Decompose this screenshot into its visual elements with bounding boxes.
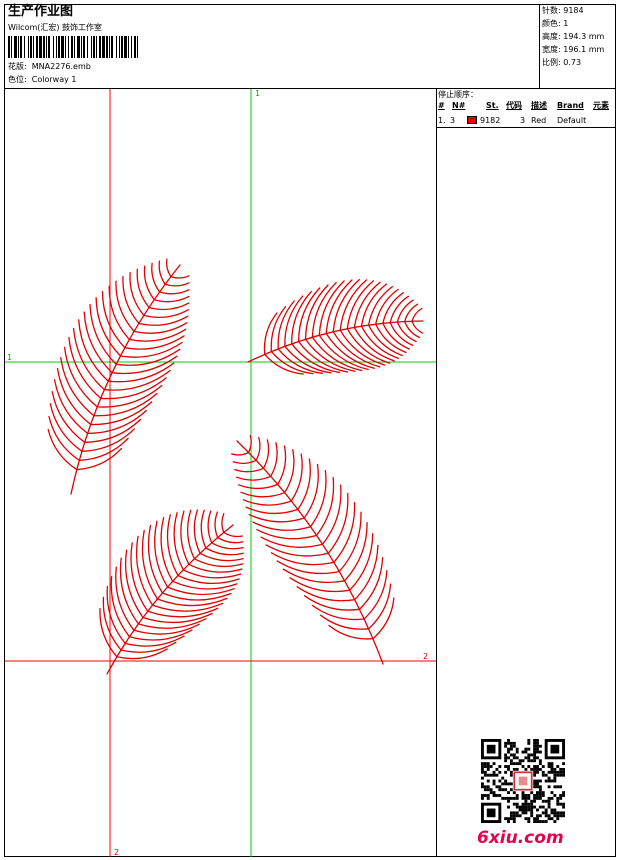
red-h-label: 2 bbox=[423, 652, 428, 661]
green-h-label: 1 bbox=[7, 353, 12, 362]
col-needle: N# bbox=[452, 101, 466, 110]
feather-motifs bbox=[47, 258, 424, 675]
thread-color-swatch bbox=[467, 116, 477, 124]
design-filename: 花版: MNA2276.emb bbox=[8, 62, 91, 71]
embroidery-design-canvas: 1 1 2 2 bbox=[5, 89, 436, 857]
red-v-label: 2 bbox=[114, 848, 119, 857]
colorway-name: 色位: Colorway 1 bbox=[8, 75, 77, 84]
panel-divider bbox=[436, 88, 437, 857]
stat-colors: 颜色: 1 bbox=[542, 19, 569, 28]
col-index: # bbox=[438, 101, 445, 110]
col-stitches: St. bbox=[486, 101, 499, 110]
green-v-label: 1 bbox=[255, 89, 260, 98]
stop-sequence-header: 停止顺序： bbox=[438, 90, 478, 99]
row-brand: Default bbox=[557, 116, 587, 125]
stat-width: 宽度: 196.1 mm bbox=[542, 45, 605, 54]
col-element: 元素 bbox=[593, 101, 609, 110]
stat-scale: 比例: 0.73 bbox=[542, 58, 582, 67]
company-name: Wilcom(汇宏) 鼓饰工作室 bbox=[8, 23, 103, 32]
stats-divider bbox=[539, 4, 540, 88]
barcode bbox=[8, 36, 138, 58]
stop-table-bottom bbox=[436, 127, 616, 128]
row-index: 1. bbox=[438, 116, 446, 125]
col-brand: Brand bbox=[557, 101, 584, 110]
document-title: 生产作业图 bbox=[8, 4, 74, 19]
qr-code bbox=[481, 739, 565, 823]
stat-stitches: 针数: 9184 bbox=[542, 6, 584, 15]
row-stitches: 9182 bbox=[480, 116, 501, 125]
row-needle: 3 bbox=[450, 116, 456, 125]
col-code: 代码 bbox=[506, 101, 522, 110]
row-description: Red bbox=[531, 116, 547, 125]
col-description: 描述 bbox=[531, 101, 547, 110]
row-code: 3 bbox=[520, 116, 526, 125]
stat-height: 高度: 194.3 mm bbox=[542, 32, 605, 41]
watermark-logo: 6xiu.com bbox=[477, 828, 564, 848]
